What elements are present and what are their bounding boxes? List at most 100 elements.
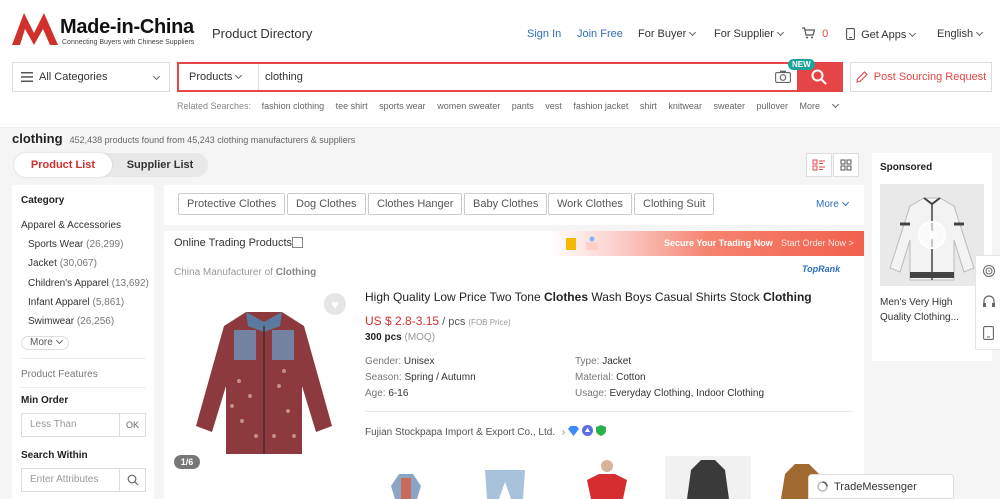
attribute-value: Unisex	[403, 356, 435, 367]
chips-more-label: More	[816, 199, 839, 210]
mobile-phone-icon[interactable]	[983, 326, 994, 340]
category-parent-link[interactable]: Apparel & Accessories	[21, 220, 121, 231]
chevron-down-icon	[689, 28, 697, 37]
list-view-button[interactable]	[806, 153, 832, 177]
attributes-search-button[interactable]	[120, 468, 146, 492]
related-search-link[interactable]: pants	[512, 101, 534, 111]
related-search-link[interactable]: sports wear	[379, 101, 426, 111]
attribute-value: 6-16	[388, 388, 409, 399]
attribute-label: Age:	[365, 388, 389, 399]
loading-spinner-icon	[817, 481, 828, 492]
sponsored-product-title[interactable]: Men's Very High Quality Clothing...	[880, 295, 984, 325]
related-search-link[interactable]: fashion clothing	[262, 101, 325, 111]
category-item[interactable]: Swimwear (26,256)	[28, 316, 114, 327]
for-supplier-menu[interactable]: For Supplier	[714, 28, 784, 40]
category-chip[interactable]: Baby Clothes	[464, 193, 548, 215]
secured-trading-icon	[595, 425, 606, 436]
category-chip[interactable]: Clothes Hanger	[368, 193, 463, 215]
headset-icon[interactable]	[982, 295, 996, 309]
attribute-value: Spring / Autumn	[404, 372, 476, 383]
category-item-count: (26,256)	[76, 316, 115, 327]
grid-view-button[interactable]	[833, 153, 859, 177]
min-order-ok-button[interactable]: OK	[120, 413, 146, 437]
category-chip[interactable]: Protective Clothes	[178, 193, 286, 215]
related-category-chips: Protective Clothes Dog Clothes Clothes H…	[164, 185, 864, 225]
brand-tagline: Connecting Buyers with Chinese Suppliers	[62, 39, 195, 46]
category-chip[interactable]: Work Clothes	[548, 193, 632, 215]
tab-supplier-list[interactable]: Supplier List	[112, 153, 208, 177]
section-title: Product Directory	[212, 26, 313, 41]
price-value: US $ 2.8-3.15	[365, 314, 440, 328]
attributes-input[interactable]: Enter Attributes	[21, 468, 120, 492]
search-input[interactable]	[265, 68, 765, 86]
search-icon	[811, 69, 827, 85]
post-sourcing-request-button[interactable]: Post Sourcing Request	[850, 62, 992, 92]
supplier-name-link[interactable]: Fujian Stockpapa Import & Export Co., Lt…	[365, 427, 555, 438]
start-order-link[interactable]: Start Order Now >	[781, 238, 854, 248]
related-search-link[interactable]: tee shirt	[336, 101, 368, 111]
category-item-count: (26,299)	[86, 239, 124, 250]
sponsored-product-image[interactable]	[880, 184, 984, 286]
chevron-down-icon	[55, 336, 63, 345]
related-search-link[interactable]: knitwear	[668, 101, 702, 111]
trade-messenger-button[interactable]: TradeMessenger	[808, 474, 954, 499]
camera-icon[interactable]	[775, 70, 791, 83]
fingerprint-icon[interactable]	[982, 264, 996, 278]
results-header: clothing 452,438 products found from 45,…	[12, 131, 355, 146]
moq-label: (MOQ)	[404, 332, 436, 343]
all-categories-label: All Categories	[39, 71, 108, 83]
language-selector[interactable]: English	[937, 28, 984, 40]
list-view-icon	[812, 159, 825, 171]
category-item[interactable]: Infant Apparel (5,861)	[28, 297, 124, 308]
divider	[21, 358, 146, 359]
product-title-link[interactable]: High Quality Low Price Two Tone Clothes …	[365, 290, 812, 304]
min-order-input[interactable]: Less Than	[21, 413, 120, 437]
list-tabs: Product List Supplier List	[14, 153, 208, 177]
cart-button[interactable]: 0	[802, 27, 828, 40]
related-search-link[interactable]: women sweater	[437, 101, 500, 111]
related-search-link[interactable]: fashion jacket	[573, 101, 628, 111]
category-chip[interactable]: Dog Clothes	[287, 193, 366, 215]
site-logo[interactable]: Made-in-China Connecting Buyers with Chi…	[12, 11, 197, 51]
divider	[365, 411, 852, 412]
category-item[interactable]: Jacket (30,067)	[28, 258, 97, 269]
chevron-down-icon	[832, 100, 840, 109]
category-item[interactable]: Sports Wear (26,299)	[28, 239, 123, 250]
online-trading-checkbox[interactable]	[292, 237, 303, 248]
tab-product-list[interactable]: Product List	[14, 153, 112, 177]
chips-more-link[interactable]: More	[816, 198, 849, 210]
category-more-button[interactable]: More	[21, 336, 69, 350]
for-buyer-menu[interactable]: For Buyer	[638, 28, 697, 40]
related-more-link[interactable]: More	[800, 100, 840, 111]
grid-view-icon	[840, 159, 852, 171]
thumbnail-shirt-blue	[391, 474, 421, 499]
cart-icon	[802, 27, 816, 39]
join-free-link[interactable]: Join Free	[577, 28, 623, 40]
get-apps-menu[interactable]: Get Apps	[846, 28, 917, 41]
product-price: US $ 2.8-3.15 / pcs (FOB Price)	[365, 314, 511, 328]
moq-value: 300 pcs	[365, 332, 402, 343]
favorite-heart-icon[interactable]: ♥	[324, 293, 346, 315]
attribute-label: Material:	[575, 372, 617, 383]
cart-count: 0	[822, 28, 829, 40]
search-scope-dropdown[interactable]: Products	[179, 64, 259, 90]
related-search-link[interactable]: sweater	[713, 101, 745, 111]
category-item-label: Infant Apparel	[28, 297, 90, 308]
manufacturer-keyword: Clothing	[275, 267, 317, 278]
chevron-down-icon	[776, 28, 784, 37]
play-video-icon[interactable]	[918, 221, 946, 249]
product-features-heading[interactable]: Product Features	[21, 369, 98, 380]
product-image[interactable]	[184, 286, 344, 461]
supplier-row: Fujian Stockpapa Import & Export Co., Lt…	[365, 425, 606, 438]
related-search-link[interactable]: shirt	[640, 101, 657, 111]
category-item-count: (5,861)	[92, 297, 125, 308]
divider	[21, 387, 146, 388]
thumbnail-dark-jacket	[665, 456, 751, 499]
category-item[interactable]: Children's Apparel (13,692)	[28, 278, 149, 289]
image-counter: 1/6	[174, 455, 200, 469]
related-search-link[interactable]: vest	[545, 101, 562, 111]
all-categories-dropdown[interactable]: All Categories	[12, 62, 170, 92]
related-search-link[interactable]: pullover	[756, 101, 788, 111]
sign-in-link[interactable]: Sign In	[527, 28, 561, 40]
category-chip[interactable]: Clothing Suit	[634, 193, 715, 215]
